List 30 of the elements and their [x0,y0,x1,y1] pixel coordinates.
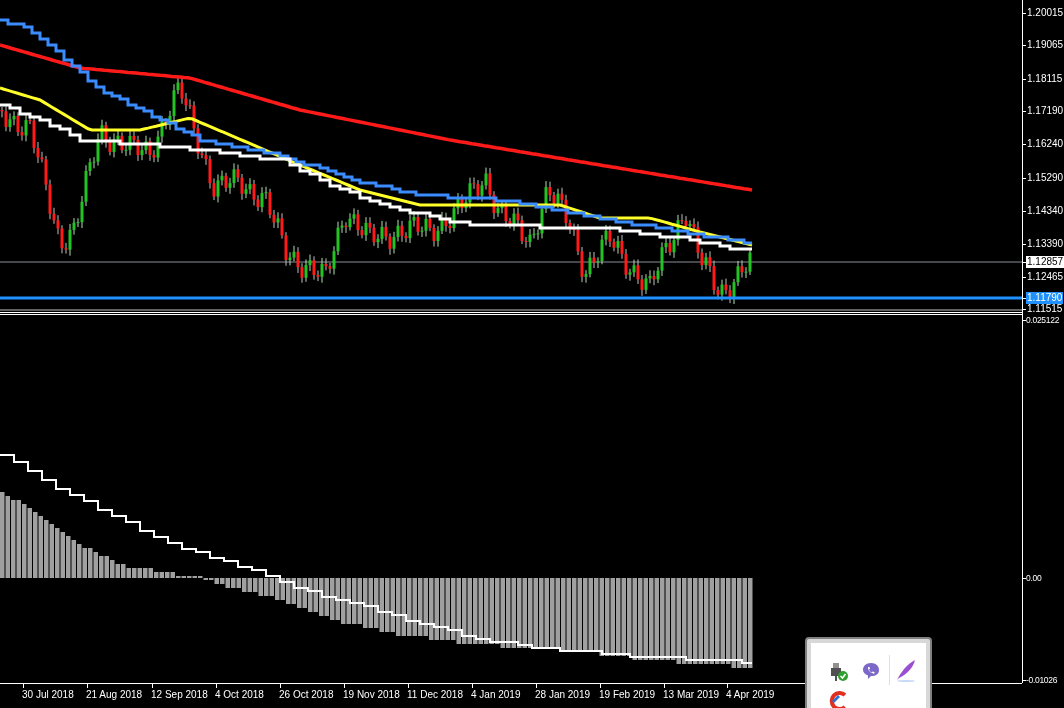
date-axis-label: 26 Oct 2018 [279,689,334,701]
usb-check-icon[interactable] [829,662,849,682]
price-axis-label: 1.12465 [1026,271,1064,283]
date-axis-label: 28 Jan 2019 [535,689,591,701]
date-axis-label: 4 Oct 2018 [215,689,264,701]
date-axis-label: 19 Nov 2018 [343,689,400,701]
indicator-axis-label: 0.025122 [1026,314,1060,326]
date-axis-label: 4 Apr 2019 [726,689,775,701]
chat-phone-icon[interactable] [862,662,880,680]
date-axis-label: 30 Jul 2018 [22,689,74,701]
price-axis-label: 1.14340 [1026,205,1064,217]
feather-icon[interactable] [895,658,917,682]
price-axis-label: 1.11515 [1026,303,1064,315]
price-axis-label: 1.12857 [1026,256,1064,268]
indicator-axis-label: -0.01026 [1026,674,1058,686]
date-axis-label: 13 Mar 2019 [663,689,720,701]
price-axis-label: 1.19065 [1026,39,1064,51]
date-axis-label: 21 Aug 2018 [86,689,143,701]
price-axis-label: 1.17190 [1026,105,1064,117]
date-axis-label: 12 Sep 2018 [151,689,208,701]
date-axis-label: 4 Jan 2019 [471,689,521,701]
price-axis-label: 1.15290 [1026,172,1064,184]
date-axis-label: 11 Dec 2018 [407,689,463,701]
date-axis-label: 19 Feb 2019 [599,689,656,701]
price-axis-label: 1.20015 [1026,7,1064,19]
price-axis-label: 1.11790 [1026,292,1064,304]
indicator-axis-label: 0.00 [1026,572,1042,584]
price-axis-label: 1.16240 [1026,138,1064,150]
price-axis-label: 1.18115 [1026,73,1064,85]
price-axis-label: 1.13390 [1026,238,1064,250]
